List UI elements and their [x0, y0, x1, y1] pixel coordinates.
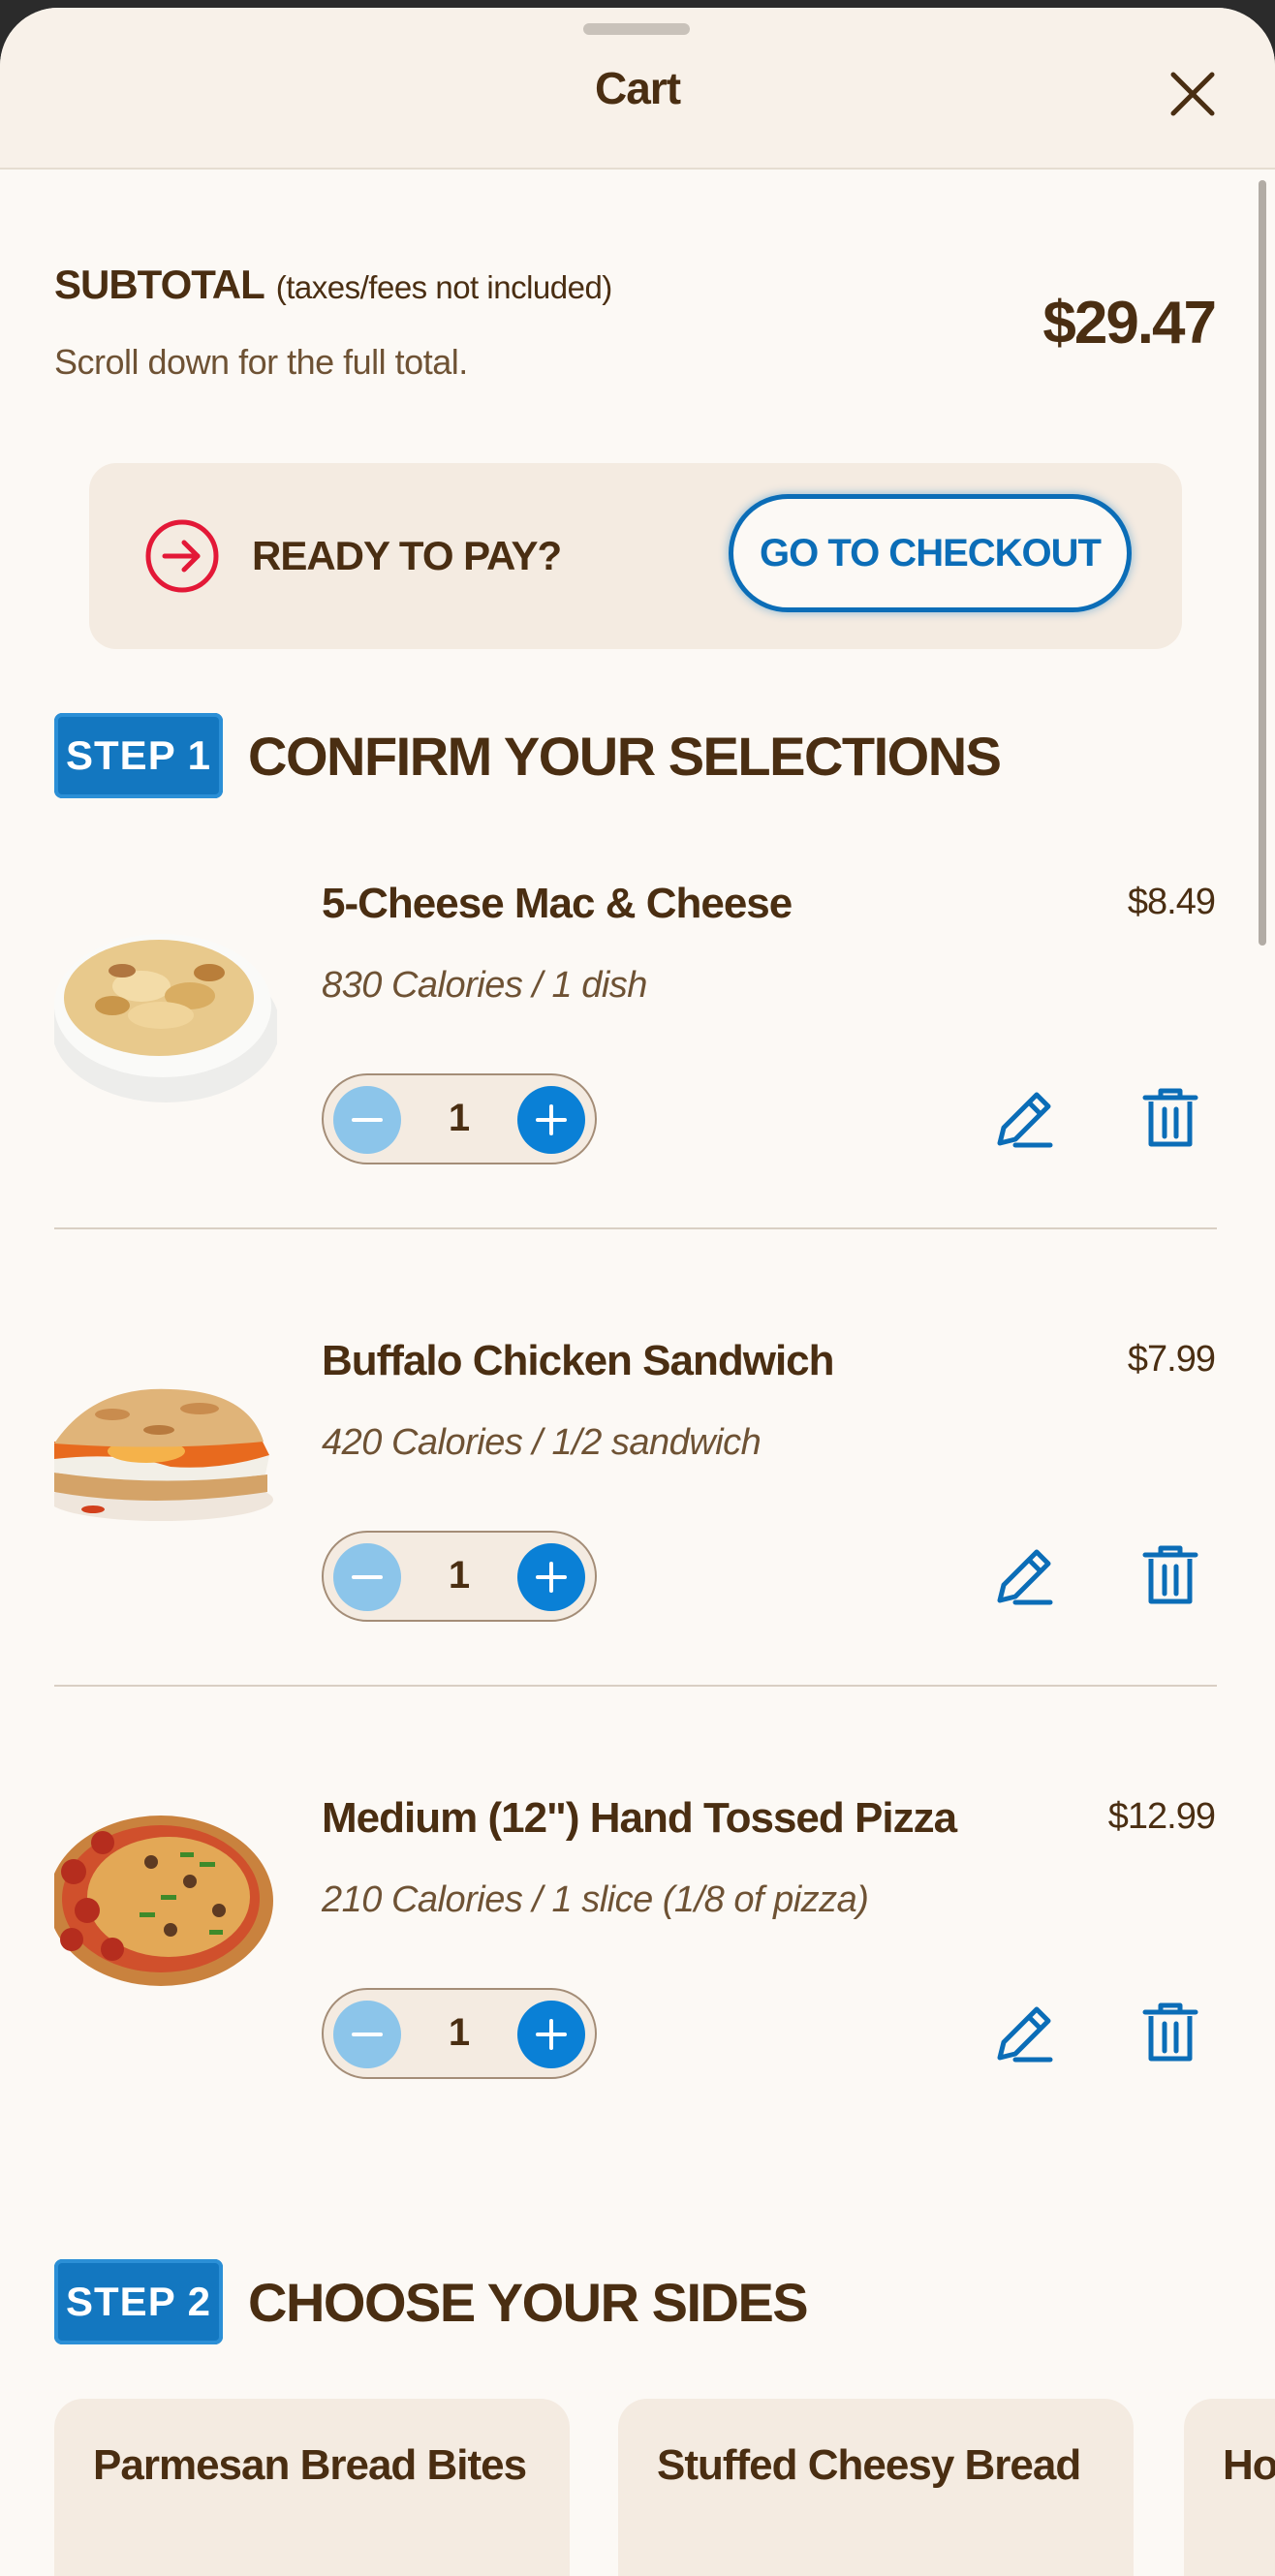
trash-icon	[1142, 1545, 1198, 1604]
scrollbar[interactable]	[1259, 180, 1266, 946]
delete-item-button[interactable]	[1132, 1994, 1209, 2071]
item-image	[54, 1347, 277, 1569]
item-calories: 420 Calories / 1/2 sandwich	[322, 1422, 762, 1463]
quantity-stepper: 1	[322, 1073, 597, 1164]
close-icon	[1170, 72, 1215, 116]
side-card[interactable]: Stuffed Cheesy Bread	[618, 2399, 1134, 2576]
pizza-image	[54, 1804, 277, 2027]
side-card-name: Hot	[1223, 2441, 1275, 2489]
item-name[interactable]: Medium (12") Hand Tossed Pizza	[322, 1794, 957, 1843]
minus-icon	[352, 2033, 383, 2036]
quantity-value: 1	[448, 1554, 471, 1597]
step-1-header: STEP 1 CONFIRM YOUR SELECTIONS	[54, 713, 1002, 798]
item-name[interactable]: 5-Cheese Mac & Cheese	[322, 880, 793, 928]
sheet-title: Cart	[594, 63, 681, 113]
pencil-icon	[997, 1092, 1053, 1148]
ready-to-pay-label: READY TO PAY?	[252, 533, 562, 578]
cart-item: Medium (12") Hand Tossed Pizza $12.99 21…	[0, 1755, 1275, 2191]
plus-icon	[536, 2019, 567, 2050]
side-card-name: Stuffed Cheesy Bread	[657, 2441, 1081, 2489]
subtotal-heading: SUBTOTAL	[54, 262, 265, 307]
cart-item: 5-Cheese Mac & Cheese $8.49 830 Calories…	[0, 841, 1275, 1277]
sandwich-image	[54, 1347, 277, 1569]
side-card[interactable]: Hot	[1184, 2399, 1275, 2576]
increase-quantity-button[interactable]	[517, 1086, 585, 1154]
edit-item-button[interactable]	[986, 1994, 1064, 2071]
increase-quantity-button[interactable]	[517, 2001, 585, 2068]
pencil-icon	[997, 1549, 1053, 1605]
plus-icon	[536, 1562, 567, 1593]
item-price: $8.49	[1127, 882, 1216, 922]
delete-item-button[interactable]	[1132, 1536, 1209, 1614]
edit-item-button[interactable]	[986, 1536, 1064, 1614]
quantity-value: 1	[448, 2011, 471, 2054]
quantity-stepper: 1	[322, 1531, 597, 1622]
divider	[54, 1685, 1217, 1687]
quantity-value: 1	[448, 1097, 471, 1139]
subtotal-label: SUBTOTAL (taxes/fees not included)	[54, 262, 612, 308]
item-price: $12.99	[1107, 1796, 1216, 1837]
side-card[interactable]: Parmesan Bread Bites	[54, 2399, 570, 2576]
item-price: $7.99	[1127, 1339, 1216, 1380]
sheet-header: Cart	[0, 8, 1275, 170]
trash-icon	[1142, 2002, 1198, 2062]
arrow-right-circle-icon	[145, 519, 219, 593]
subtotal-qualifier: (taxes/fees not included)	[275, 269, 613, 305]
pencil-icon	[997, 2006, 1053, 2063]
step-title: CONFIRM YOUR SELECTIONS	[248, 725, 1002, 787]
item-image	[54, 889, 277, 1112]
subtotal-note: Scroll down for the full total.	[54, 342, 468, 382]
subtotal-amount: $29.47	[1042, 290, 1217, 357]
decrease-quantity-button[interactable]	[333, 1543, 401, 1611]
side-card-name: Parmesan Bread Bites	[93, 2441, 527, 2489]
item-name[interactable]: Buffalo Chicken Sandwich	[322, 1337, 835, 1385]
minus-icon	[352, 1575, 383, 1579]
edit-item-button[interactable]	[986, 1079, 1064, 1157]
divider	[54, 1227, 1217, 1229]
go-to-checkout-button[interactable]: GO TO CHECKOUT	[729, 494, 1132, 612]
step-badge: STEP 2	[54, 2259, 223, 2344]
plus-icon	[536, 1104, 567, 1135]
ready-to-pay-panel: READY TO PAY? GO TO CHECKOUT	[89, 463, 1182, 649]
item-calories: 830 Calories / 1 dish	[322, 965, 647, 1006]
step-2-header: STEP 2 CHOOSE YOUR SIDES	[54, 2259, 809, 2344]
trash-icon	[1142, 1088, 1198, 1147]
close-button[interactable]	[1163, 64, 1223, 124]
delete-item-button[interactable]	[1132, 1079, 1209, 1157]
decrease-quantity-button[interactable]	[333, 2001, 401, 2068]
decrease-quantity-button[interactable]	[333, 1086, 401, 1154]
quantity-stepper: 1	[322, 1988, 597, 2079]
step-title: CHOOSE YOUR SIDES	[248, 2271, 809, 2333]
minus-icon	[352, 1118, 383, 1122]
increase-quantity-button[interactable]	[517, 1543, 585, 1611]
step-badge: STEP 1	[54, 713, 223, 798]
item-image	[54, 1804, 277, 2027]
item-calories: 210 Calories / 1 slice (1/8 of pizza)	[322, 1879, 869, 1920]
cart-sheet: Cart SUBTOTAL (taxes/fees not included) …	[0, 8, 1275, 2576]
drag-handle[interactable]	[583, 23, 690, 35]
mac-and-cheese-image	[54, 889, 277, 1112]
cart-item: Buffalo Chicken Sandwich $7.99 420 Calor…	[0, 1298, 1275, 1734]
